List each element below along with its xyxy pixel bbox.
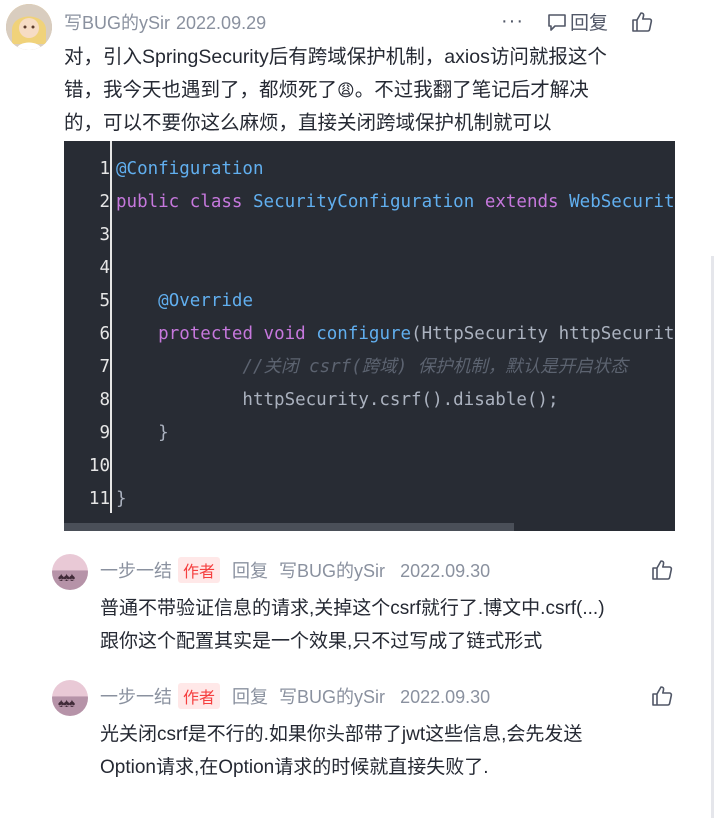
code-scrollbar[interactable] (64, 523, 514, 531)
code-line: @Override (116, 285, 675, 318)
reply-label: 回复 (232, 687, 269, 707)
code-block[interactable]: 1 2 3 4 5 6 7 8 9 10 11 @Configuration public class… (64, 141, 675, 531)
code-token: extends (484, 192, 559, 212)
author-badge: 作者 (178, 557, 221, 583)
line-number: 10 (88, 456, 110, 476)
comment-actions: ··· 回复 (501, 8, 654, 35)
code-token: class (189, 192, 243, 212)
code-token: void (263, 324, 306, 344)
code-token: //关闭 csrf(跨域) 保护机制，默认是开启状态 (242, 357, 628, 377)
reply-author[interactable]: 一步一结 (100, 687, 172, 707)
sad-emoji-icon: 😩 (337, 81, 355, 100)
avatar-image: ♠♠♠ (58, 570, 75, 584)
comment-line-2b: 。不过我翻了笔记后才解决 (354, 79, 589, 101)
reply-label: 回复 (232, 561, 269, 581)
code-line: protected void configure(HttpSecurity ht… (116, 318, 675, 351)
reply-date: 2022.09.30 (400, 561, 491, 581)
reply-item: ♠♠♠ 一步一结 作者 回复 写BUG的ySir 2022.09.30 普通不带验证… (50, 554, 690, 664)
author-badge: 作者 (178, 683, 221, 709)
code-token: protected (158, 324, 253, 344)
code-token: configure (316, 324, 412, 344)
reply-author[interactable]: 一步一结 (100, 561, 172, 581)
code-line: public class SecurityConfiguration exten… (116, 186, 675, 219)
user-avatar[interactable] (6, 4, 52, 50)
comment-meta: 写BUG的ySir 2022.09.29 (64, 9, 266, 35)
reply-meta: 一步一结 作者 回复 写BUG的ySir 2022.09.30 (100, 557, 490, 583)
comment-author[interactable]: 写BUG的ySir (64, 13, 170, 33)
code-token: public (116, 192, 180, 212)
thumbs-up-icon[interactable] (630, 10, 654, 34)
code-line: } (116, 417, 675, 450)
line-number: 5 (99, 291, 110, 311)
reply-item: ♠♠♠ 一步一结 作者 回复 写BUG的ySir 2022.09.30 光关闭csr… (50, 680, 690, 790)
reply-line: Option请求,在Option请求的时候就直接失败了. (100, 757, 489, 778)
avatar-image: ♠♠♠ (58, 696, 75, 710)
comment-icon (548, 13, 566, 31)
gutter-divider (110, 141, 112, 513)
code-line: //关闭 csrf(跨域) 保护机制，默认是开启状态 (116, 351, 675, 384)
line-number: 6 (99, 324, 110, 344)
code-line: } (116, 483, 675, 516)
code-token: WebSecurityConfigurerAdapter (569, 192, 675, 212)
code-token: @Override (158, 291, 253, 311)
reply-to-user[interactable]: 写BUG的ySir (279, 687, 385, 707)
code-line: @Configuration (116, 153, 675, 186)
code-token: } (116, 423, 169, 443)
reply-line: 光关闭csrf是不行的.如果你头部带了jwt这些信息,会先发送 (100, 724, 583, 745)
comment-line-2: 错，我今天也遇到了，都烦死了😩。不过我翻了笔记后才解决 (64, 74, 704, 107)
line-number: 4 (99, 258, 110, 278)
comment-date: 2022.09.29 (176, 13, 267, 33)
reply-meta: 一步一结 作者 回复 写BUG的ySir 2022.09.30 (100, 683, 490, 709)
reply-text: 光关闭csrf是不行的.如果你头部带了jwt这些信息,会先发送 Option请求… (100, 718, 700, 784)
reply-line: 普通不带验证信息的请求,关掉这个csrf就行了.博文中.csrf(...) (100, 598, 605, 619)
more-icon[interactable]: ··· (501, 10, 524, 33)
reply-button[interactable]: 回复 (546, 8, 608, 35)
line-number: 2 (99, 192, 110, 212)
thumbs-up-icon[interactable] (650, 684, 674, 708)
line-number: 11 (88, 489, 110, 509)
reply-label: 回复 (569, 13, 608, 34)
line-number: 8 (99, 390, 110, 410)
comment-text: 对，引入SpringSecurity后有跨域保护机制，axios访问就报这个 错… (64, 41, 704, 140)
code-token: httpSecurity.csrf().disable(); (116, 390, 559, 410)
reply-date: 2022.09.30 (400, 687, 491, 707)
code-line: httpSecurity.csrf().disable(); (116, 384, 675, 417)
code-token: } (116, 489, 127, 509)
code-token: SecurityConfiguration (253, 192, 475, 212)
line-number: 3 (99, 225, 110, 245)
line-number: 7 (99, 357, 110, 377)
line-numbers: 1 2 3 4 5 6 7 8 9 10 11 (64, 153, 110, 516)
comment-line: 的，可以不要你这么麻烦，直接关闭跨域保护机制就可以 (64, 112, 552, 134)
comment-line-2a: 错，我今天也遇到了，都烦死了 (64, 79, 338, 101)
code-token: (HttpSecurity httpSecurity) throws Excep… (411, 324, 675, 344)
reply-avatar[interactable]: ♠♠♠ (52, 554, 88, 590)
reply-line: 跟你这个配置其实是一个效果,只不过写成了链式形式 (100, 631, 543, 652)
reply-to-user[interactable]: 写BUG的ySir (279, 561, 385, 581)
code-token: @Configuration (116, 159, 264, 179)
avatar-image (6, 4, 52, 50)
comment: 写BUG的ySir 2022.09.29 ··· 回复 对，引入SpringSec… (0, 0, 700, 540)
line-number: 9 (99, 423, 110, 443)
reply-text: 普通不带验证信息的请求,关掉这个csrf就行了.博文中.csrf(...) 跟你… (100, 592, 700, 658)
reply-avatar[interactable]: ♠♠♠ (52, 680, 88, 716)
thumbs-up-icon[interactable] (650, 558, 674, 582)
comment-line: 对，引入SpringSecurity后有跨域保护机制，axios访问就报这个 (64, 46, 607, 68)
line-number: 1 (99, 159, 110, 179)
code-lines: @Configuration public class SecurityConfi… (116, 153, 675, 516)
